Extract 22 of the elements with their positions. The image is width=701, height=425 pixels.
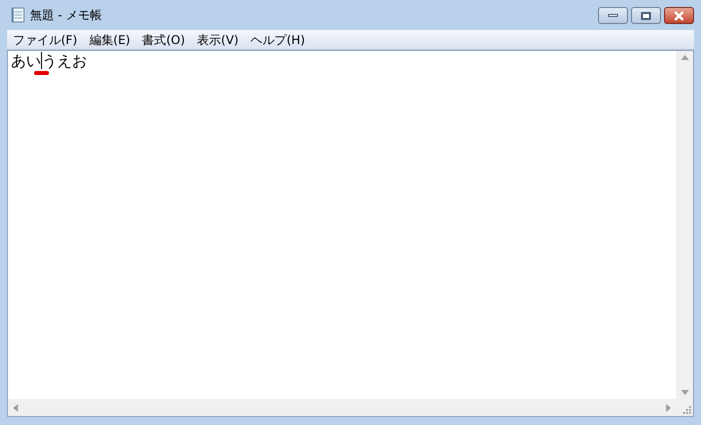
vertical-scrollbar[interactable] — [676, 51, 693, 399]
text-caret — [41, 52, 42, 69]
horizontal-scrollbar[interactable] — [8, 399, 676, 416]
menu-item[interactable]: 表示(V) — [197, 30, 239, 48]
menu-item[interactable]: ファイル(F) — [13, 30, 78, 48]
menu-item[interactable]: 書式(O) — [142, 30, 186, 48]
scroll-left-icon[interactable] — [13, 404, 18, 412]
window-title: 無題 - メモ帳 — [30, 7, 102, 24]
close-button[interactable] — [664, 7, 694, 24]
scroll-up-icon[interactable] — [680, 55, 688, 60]
text-after-caret: うえお — [42, 52, 87, 70]
underline-mark — [34, 71, 49, 75]
scroll-down-icon[interactable] — [680, 390, 688, 395]
minimize-button[interactable] — [598, 7, 628, 24]
maximize-button[interactable] — [631, 7, 661, 24]
notepad-icon — [11, 7, 25, 23]
resize-grip-icon[interactable] — [682, 405, 691, 414]
menu-item[interactable]: ヘルプ(H) — [250, 30, 305, 48]
close-icon — [673, 10, 685, 20]
text-before-caret: あい — [11, 52, 41, 70]
scroll-right-icon[interactable] — [666, 404, 671, 412]
menu-item[interactable]: 編集(E) — [89, 30, 130, 48]
